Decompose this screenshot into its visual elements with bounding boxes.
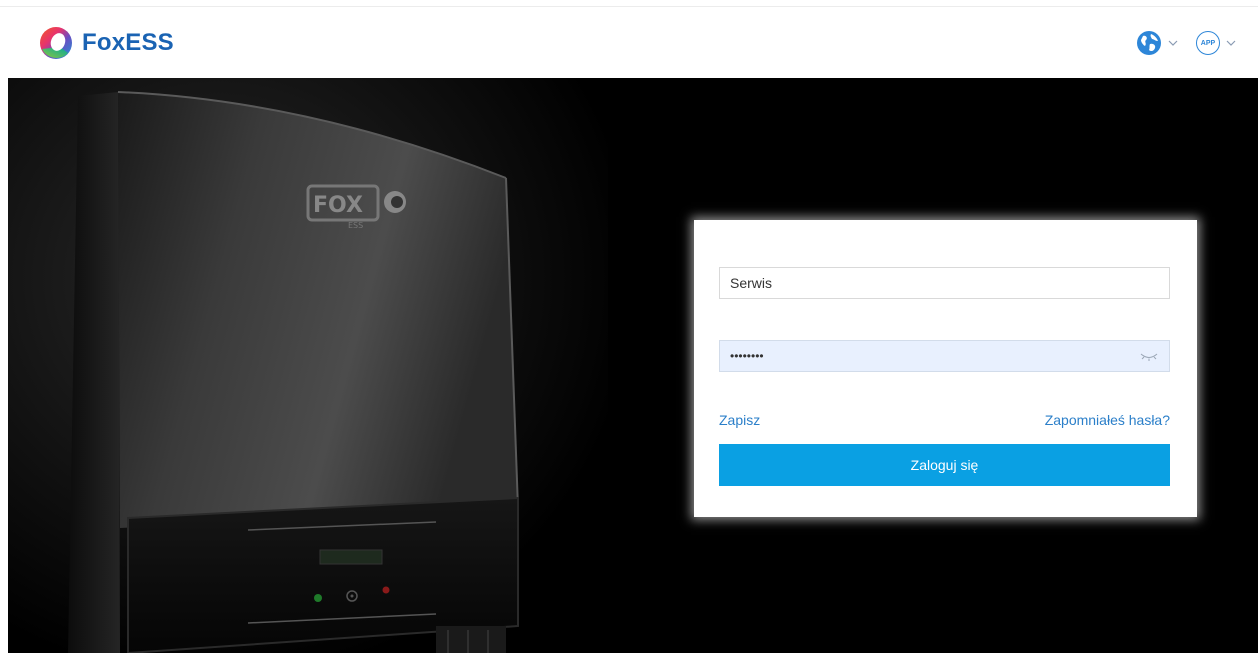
username-value: Serwis xyxy=(730,275,773,291)
device-brand: FOX xyxy=(313,193,363,218)
device-sub: ESS xyxy=(348,221,363,230)
header-actions: APP xyxy=(1118,27,1236,59)
top-header: FoxESS APP xyxy=(0,7,1258,78)
chevron-down-icon xyxy=(1226,40,1236,46)
eye-closed-icon[interactable] xyxy=(1139,350,1159,362)
username-input[interactable]: Serwis xyxy=(719,267,1170,299)
top-border xyxy=(0,0,1258,7)
brand-name: FoxESS xyxy=(82,29,174,56)
app-icon: APP xyxy=(1196,31,1220,55)
login-button[interactable]: Zaloguj się xyxy=(719,444,1170,486)
password-input[interactable]: •••••••• xyxy=(719,340,1170,372)
chevron-down-icon xyxy=(1168,40,1178,46)
globe-icon xyxy=(1137,31,1161,55)
hero-banner: FOX ESS Serwis •••••••• Zapisz Zapomniał… xyxy=(8,78,1258,653)
password-value: •••••••• xyxy=(730,349,764,363)
remember-me-link[interactable]: Zapisz xyxy=(719,412,760,428)
login-form: Serwis •••••••• Zapisz Zapomniałeś hasła… xyxy=(694,220,1197,517)
foxess-logo-icon xyxy=(40,27,72,59)
app-download-selector[interactable]: APP xyxy=(1196,31,1236,55)
language-selector[interactable] xyxy=(1136,30,1178,56)
brand-logo[interactable]: FoxESS xyxy=(38,25,174,61)
app-badge-text: APP xyxy=(1200,39,1216,47)
forgot-password-link[interactable]: Zapomniałeś hasła? xyxy=(1045,412,1170,428)
